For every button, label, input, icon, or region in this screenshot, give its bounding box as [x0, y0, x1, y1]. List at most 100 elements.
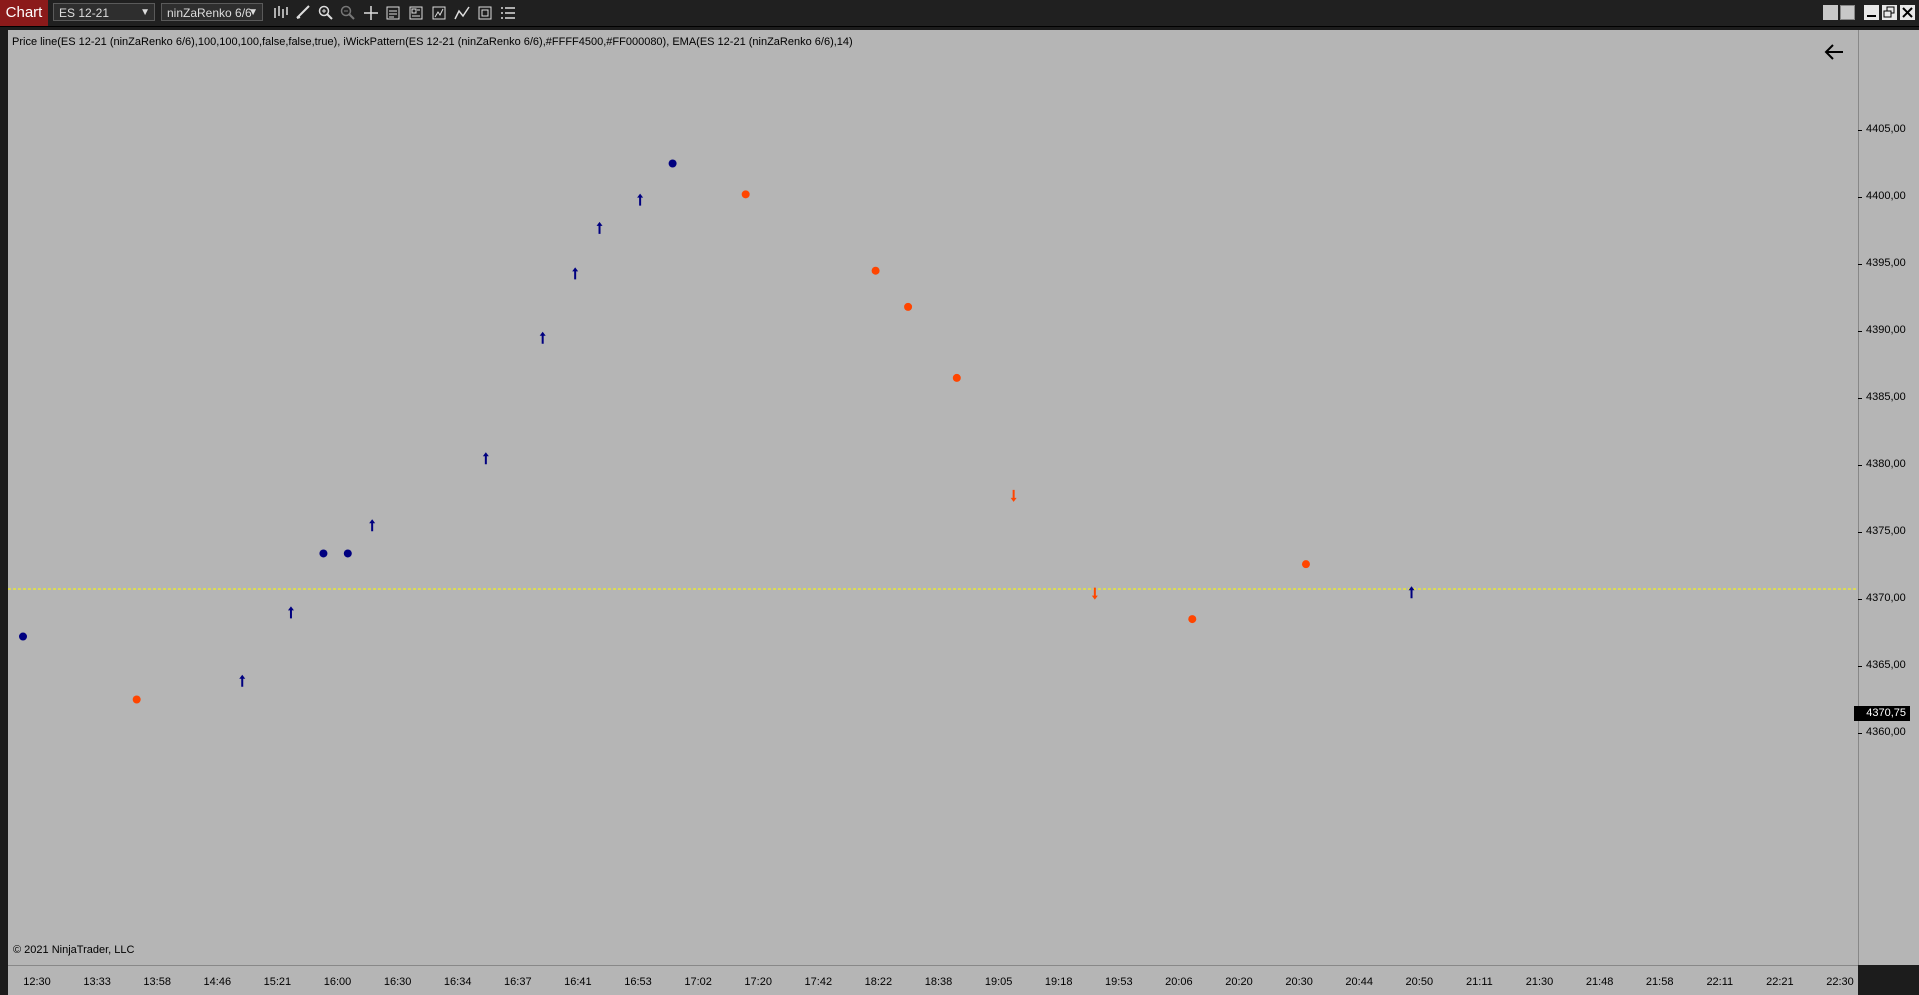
title-bar: Chart ES 12-21 ▼ ninZaRenko 6/6 ▼	[0, 0, 1919, 27]
arrow-down-signal	[1010, 489, 1017, 502]
indicators-icon[interactable]	[451, 3, 473, 23]
bar-type-select[interactable]: ninZaRenko 6/6 ▼	[161, 3, 263, 21]
candlestick-chart[interactable]	[8, 30, 1858, 965]
x-tick-label: 17:02	[684, 976, 712, 988]
instrument-select[interactable]: ES 12-21 ▼	[53, 3, 155, 21]
data-box-icon[interactable]	[382, 3, 404, 23]
y-tick-label: 4400,00	[1866, 190, 1906, 202]
crosshair-icon[interactable]	[360, 3, 382, 23]
x-tick-label: 16:34	[443, 976, 472, 988]
chart-panel[interactable]	[8, 30, 1858, 965]
y-tick-mark	[1858, 599, 1862, 600]
instrument-value: ES 12-21	[59, 6, 110, 20]
x-tick-label: 16:53	[624, 976, 652, 988]
arrow-up-signal	[596, 221, 603, 234]
arrow-up-signal	[287, 606, 294, 619]
templates-icon[interactable]	[474, 3, 496, 23]
wick-pattern-dot	[668, 159, 677, 168]
x-tick-label: 20:30	[1285, 976, 1313, 988]
wick-pattern-dot	[952, 373, 961, 382]
x-tick-label: 16:37	[504, 976, 532, 988]
zoom-in-icon[interactable]	[315, 3, 337, 23]
x-tick-label: 21:11	[1466, 976, 1493, 988]
x-tick-label: 18:38	[924, 976, 953, 988]
x-tick-label: 17:20	[744, 976, 772, 988]
strategies-icon[interactable]	[428, 3, 450, 23]
x-tick-label: 15:21	[263, 976, 292, 988]
y-tick-label: 4390,00	[1866, 324, 1906, 336]
chevron-down-icon: ▼	[140, 7, 150, 18]
y-tick-label: 4395,00	[1866, 257, 1906, 269]
price-axis[interactable]	[1858, 30, 1919, 965]
zoom-out-icon[interactable]	[337, 3, 359, 23]
y-tick-label: 4375,00	[1866, 525, 1906, 537]
y-tick-label: 4365,00	[1866, 659, 1906, 671]
last-price-marker: 4370,75	[1854, 706, 1910, 721]
y-tick-label: 4405,00	[1866, 123, 1906, 135]
y-tick-label: 4370,00	[1866, 592, 1906, 604]
bar-type-icon[interactable]	[270, 3, 292, 23]
y-tick-label: 4385,00	[1866, 391, 1906, 403]
x-tick-label: 22:11	[1706, 976, 1734, 988]
wick-pattern-dot	[1301, 560, 1310, 569]
draw-icon[interactable]	[292, 3, 314, 23]
y-tick-mark	[1858, 130, 1862, 131]
wick-pattern-dot	[904, 302, 913, 311]
y-tick-mark	[1858, 398, 1862, 399]
chart-title[interactable]: Chart	[0, 0, 48, 26]
x-tick-label: 16:41	[564, 976, 592, 988]
x-tick-label: 21:48	[1585, 976, 1614, 988]
chevron-down-icon: ▼	[248, 7, 258, 18]
x-tick-label: 22:21	[1766, 976, 1794, 988]
y-tick-mark	[1858, 465, 1862, 466]
x-tick-label: 18:22	[864, 976, 893, 988]
x-tick-label: 20:44	[1345, 976, 1373, 988]
restore-icon[interactable]	[1823, 5, 1838, 20]
wick-pattern-dot	[343, 549, 352, 558]
x-tick-label: 22:30	[1826, 976, 1854, 988]
arrow-up-signal	[539, 331, 546, 344]
indicator-legend[interactable]: Price line(ES 12-21 (ninZaRenko 6/6),100…	[12, 36, 853, 48]
arrow-up-signal	[572, 267, 579, 280]
y-tick-mark	[1858, 733, 1862, 734]
maximize-icon[interactable]	[1882, 5, 1897, 20]
x-tick-label: 19:18	[1044, 976, 1073, 988]
x-tick-label: 19:53	[1105, 976, 1133, 988]
x-tick-label: 16:00	[323, 976, 352, 988]
arrow-up-signal	[482, 452, 489, 465]
copyright-text: © 2021 NinjaTrader, LLC	[13, 944, 135, 956]
arrow-up-signal	[637, 193, 644, 206]
arrow-up-signal	[1408, 586, 1415, 599]
x-tick-label: 21:58	[1645, 976, 1674, 988]
x-tick-label: 19:05	[984, 976, 1013, 988]
x-tick-label: 16:30	[383, 976, 412, 988]
wick-pattern-dot	[19, 632, 27, 641]
x-tick-label: 13:33	[83, 976, 111, 988]
minimize-icon[interactable]	[1864, 5, 1879, 20]
close-icon[interactable]	[1900, 5, 1915, 20]
wick-pattern-dot	[132, 695, 141, 704]
x-tick-label: 21:30	[1525, 976, 1554, 988]
x-tick-label: 13:58	[143, 976, 171, 988]
menu-icon[interactable]	[497, 3, 519, 23]
properties-icon[interactable]	[405, 3, 427, 23]
bar-type-value: ninZaRenko 6/6	[167, 6, 252, 20]
arrow-up-signal	[239, 674, 246, 687]
tile-icon[interactable]	[1840, 5, 1855, 20]
wick-pattern-dot	[741, 190, 750, 199]
x-tick-label: 17:42	[804, 976, 833, 988]
wick-pattern-dot	[319, 549, 328, 558]
y-tick-mark	[1858, 331, 1862, 332]
x-tick-label: 12:30	[23, 976, 51, 988]
back-arrow-icon[interactable]	[1822, 40, 1846, 64]
y-tick-label: 4380,00	[1866, 458, 1906, 470]
arrow-up-signal	[369, 519, 376, 532]
wick-pattern-dot	[1188, 615, 1197, 624]
y-tick-mark	[1858, 197, 1862, 198]
x-tick-label: 14:46	[203, 976, 232, 988]
arrow-down-signal	[1091, 587, 1098, 600]
y-tick-mark	[1858, 532, 1862, 533]
y-tick-mark	[1858, 264, 1862, 265]
y-tick-mark	[1858, 666, 1862, 667]
x-tick-label: 20:50	[1405, 976, 1434, 988]
